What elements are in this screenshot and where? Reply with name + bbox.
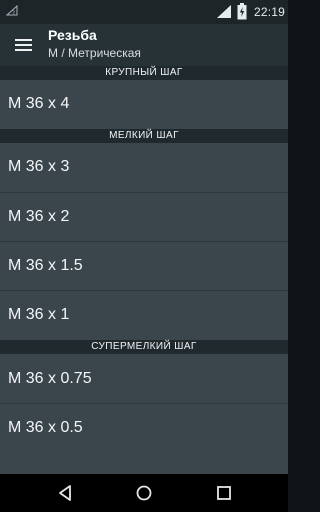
- clock: 22:19: [254, 5, 286, 19]
- screen: ? 22:19 Резьба М / Метрическая КРУПНЫЙ Ш…: [0, 0, 288, 512]
- list-item[interactable]: M 36 x 2: [0, 193, 288, 240]
- app-bar: Резьба М / Метрическая: [0, 24, 288, 66]
- section-header-fine: МЕЛКИЙ ШАГ: [0, 129, 288, 143]
- section-header-coarse: КРУПНЫЙ ШАГ: [0, 66, 288, 80]
- hamburger-menu-icon[interactable]: [10, 32, 36, 58]
- wifi-icon: [217, 5, 231, 18]
- list-item[interactable]: M 36 x 1.5: [0, 242, 288, 290]
- list-empty-space: [0, 452, 288, 474]
- notification-icon: ?: [6, 5, 18, 17]
- list-item[interactable]: M 36 x 0.75: [0, 354, 288, 403]
- recents-icon[interactable]: [214, 483, 234, 503]
- list-item[interactable]: M 36 x 4: [0, 80, 288, 128]
- status-bar: ? 22:19: [0, 0, 288, 24]
- back-icon[interactable]: [56, 483, 76, 503]
- battery-charging-icon: [237, 3, 247, 20]
- list-item[interactable]: M 36 x 1: [0, 291, 288, 339]
- list-item[interactable]: M 36 x 0.5: [0, 404, 288, 452]
- section-header-superfine: СУПЕРМЕЛКИЙ ШАГ: [0, 340, 288, 354]
- home-icon[interactable]: [134, 483, 154, 503]
- page-title: Резьба: [48, 27, 97, 43]
- svg-text:?: ?: [12, 10, 15, 17]
- list-item[interactable]: M 36 x 3: [0, 143, 288, 191]
- page-subtitle: М / Метрическая: [48, 46, 141, 60]
- navigation-bar: [0, 474, 288, 512]
